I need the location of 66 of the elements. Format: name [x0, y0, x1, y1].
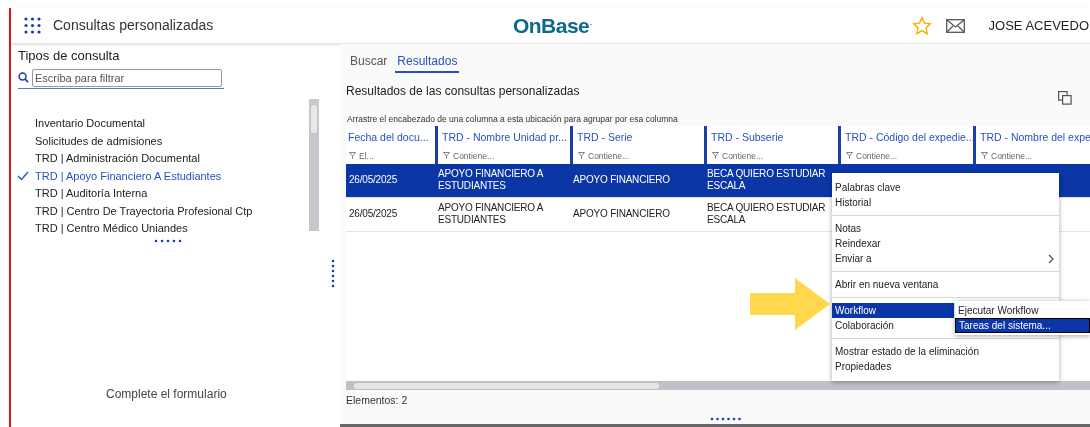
menu-item[interactable]: Enviar a: [832, 251, 1059, 266]
column-header[interactable]: TRD - Nombre del expe: [976, 129, 1090, 146]
column-filter[interactable]: Contiene...: [588, 149, 630, 163]
table-cell-text: BECA QUIERO ESTUDIAR ESCALA: [706, 202, 827, 227]
column-filter[interactable]: Contiene...: [722, 149, 764, 163]
user-name[interactable]: JOSE ACEVEDO: [988, 15, 1090, 36]
menu-item[interactable]: Workflow: [832, 303, 954, 318]
query-type-item[interactable]: TRD | Centro Médico Uniandes: [11, 219, 301, 237]
checkmark-icon: [17, 170, 29, 181]
table-cell-text: APOYO FINANCIERO: [572, 208, 671, 221]
menu-item[interactable]: Mostrar estado de la eliminación: [832, 344, 982, 359]
column-header[interactable]: TRD - Código del expedie...: [841, 129, 973, 146]
panel-heading: Tipos de consulta: [18, 47, 121, 65]
table-cell-text: 26/05/2025: [348, 174, 399, 187]
filter-icon[interactable]: [578, 152, 585, 160]
results-tab[interactable]: Resultados: [395, 52, 460, 73]
menu-item[interactable]: Historial: [832, 195, 875, 210]
search-icon: [18, 72, 29, 83]
chevron-right-icon: [1048, 253, 1054, 264]
column-filter[interactable]: Contiene...: [453, 149, 495, 163]
scrollbar[interactable]: [309, 98, 319, 231]
query-type-item[interactable]: Inventario Documental: [11, 114, 301, 132]
filter-icon[interactable]: [349, 152, 356, 160]
submenu-item[interactable]: Ejecutar Workflow: [955, 303, 1090, 318]
column-header[interactable]: TRD - Subserie: [707, 129, 838, 146]
table-cell-text: 26/05/2025: [348, 208, 399, 221]
query-type-item[interactable]: TRD | Centro De Trayectoria Profesional Ctp: [11, 202, 301, 220]
resize-handle-icon[interactable]: [154, 239, 184, 243]
results-heading: Resultados de las consultas personalizadas: [346, 82, 580, 100]
horizontal-scrollbar[interactable]: [346, 381, 1090, 391]
app-title: Consultas personalizadas: [53, 16, 215, 35]
submenu-item[interactable]: Tareas del sistema...: [955, 318, 1090, 333]
column-filter[interactable]: Contiene...: [856, 149, 898, 163]
filter-icon[interactable]: [443, 152, 450, 160]
column-header[interactable]: TRD - Serie: [573, 129, 704, 146]
query-type-item[interactable]: Solicitudes de admisiones: [11, 132, 301, 150]
group-by-hint: Arrastre el encabezado de una columna a esta ubicación para agrupar por esa columna: [347, 113, 679, 126]
results-tab[interactable]: Buscar: [348, 52, 390, 73]
mail-icon[interactable]: [945, 18, 965, 33]
table-cell-text: APOYO FINANCIERO A ESTUDIANTES: [437, 168, 545, 193]
resize-handle-icon[interactable]: [710, 417, 742, 421]
filter-field[interactable]: Escriba para filtrar: [32, 68, 222, 87]
menu-item[interactable]: Abrir en nueva ventana: [832, 277, 942, 292]
apps-grid-icon[interactable]: [24, 17, 41, 34]
copy-windows-icon[interactable]: [1058, 91, 1072, 105]
column-header[interactable]: Fecha del docu...: [346, 129, 435, 146]
query-type-item[interactable]: TRD | Administración Documental: [11, 149, 301, 167]
column-header[interactable]: TRD - Nombre Unidad pr...: [438, 129, 570, 146]
column-filter[interactable]: El...: [359, 149, 374, 163]
filter-icon[interactable]: [712, 152, 719, 160]
item-count: Elementos: 2: [346, 393, 409, 409]
menu-item[interactable]: Palabras clave: [832, 180, 904, 195]
query-type-item[interactable]: TRD | Apoyo Financiero A Estudiantes: [11, 167, 301, 185]
menu-item[interactable]: Reindexar: [832, 236, 884, 251]
filter-icon[interactable]: [981, 152, 988, 160]
column-filter[interactable]: Contiene...: [991, 149, 1033, 163]
onbase-logo: OnBase$^{·}$: [513, 12, 593, 39]
menu-item[interactable]: Propiedades: [832, 359, 895, 374]
filter-icon[interactable]: [846, 152, 853, 160]
table-cell-text: APOYO FINANCIERO: [572, 174, 671, 187]
star-icon[interactable]: [911, 15, 932, 36]
form-prompt: Complete el formulario: [106, 386, 228, 403]
query-type-item[interactable]: TRD | Auditoría Interna: [11, 184, 301, 202]
menu-item[interactable]: Colaboración: [832, 318, 897, 333]
table-cell-text: APOYO FINANCIERO A ESTUDIANTES: [437, 202, 545, 227]
vertical-resize-handle-icon[interactable]: [331, 259, 335, 289]
